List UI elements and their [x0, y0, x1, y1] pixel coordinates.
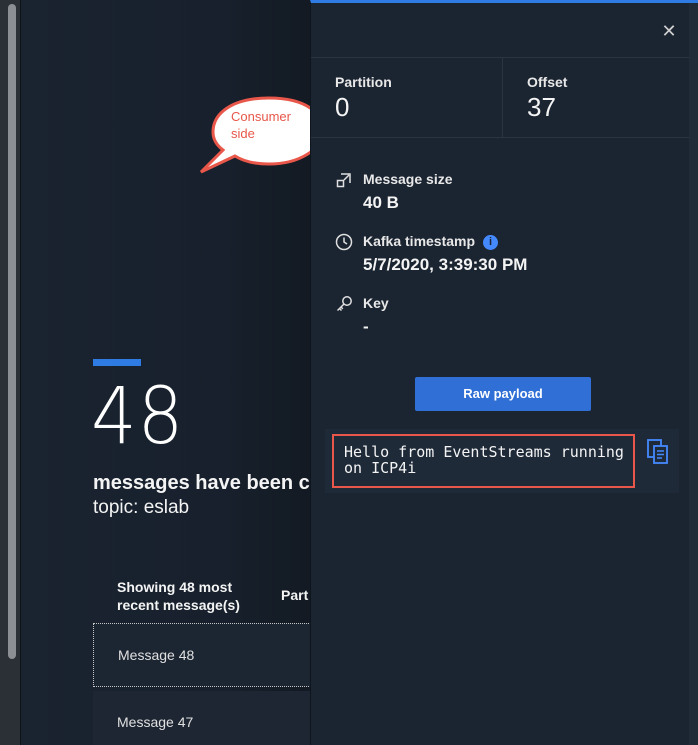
partition-value: 0 [335, 92, 350, 122]
left-scrollbar[interactable] [8, 4, 16, 659]
payload-text[interactable]: Hello from EventStreams running on ICP4i [332, 434, 635, 488]
message-size-label: Message size [363, 171, 453, 187]
key-icon [336, 296, 352, 312]
message-count: 48 [91, 372, 185, 462]
count-accent-bar [93, 359, 141, 366]
info-icon[interactable]: i [483, 235, 499, 250]
copy-icon[interactable] [647, 439, 669, 465]
topic-label: topic: eslab [93, 497, 190, 518]
table-header-showing: Showing 48 most recent message(s) [117, 578, 267, 614]
main-content: Consumer side 48 messages have been co t… [21, 0, 310, 745]
kafka-timestamp-label: Kafka timestamp [363, 233, 476, 249]
partition-cell: Partition 0 [311, 58, 503, 137]
table-header-showing-text: Showing 48 most recent message(s) [117, 579, 240, 613]
messages-consumed-text: messages have been co [93, 472, 310, 494]
message-row-label: Message 48 [118, 647, 195, 663]
payload-area: Hello from EventStreams running on ICP4i [325, 429, 679, 493]
raw-payload-button[interactable]: Raw payload [415, 377, 591, 411]
kafka-timestamp-value: 5/7/2020, 3:39:30 PM [363, 255, 528, 274]
message-size-value: 40 B [363, 193, 399, 212]
offset-value: 37 [527, 92, 556, 122]
offset-label: Offset [527, 74, 568, 90]
callout-text: Consumer side [231, 109, 291, 141]
browser-left-strip [0, 0, 21, 745]
panel-scrollbar[interactable] [689, 3, 698, 745]
message-row-label: Message 47 [117, 714, 194, 730]
table-row[interactable]: Message 47 [93, 691, 310, 745]
partition-label: Partition [335, 74, 392, 90]
resize-icon [336, 173, 351, 188]
key-label: Key [363, 295, 389, 311]
message-size-block: Message size 40 B [335, 171, 675, 217]
kafka-timestamp-label-wrap: Kafka timestamp i [363, 233, 499, 250]
table-row[interactable]: Message 48 [93, 623, 310, 687]
clock-icon [335, 233, 353, 251]
consumer-side-callout: Consumer side [199, 94, 310, 174]
kafka-timestamp-block: Kafka timestamp i 5/7/2020, 3:39:30 PM [335, 233, 675, 279]
partition-offset-row: Partition 0 Offset 37 [311, 57, 698, 138]
offset-cell: Offset 37 [503, 58, 698, 137]
key-block: Key - [335, 295, 675, 341]
table-header-partition[interactable]: Part [281, 587, 308, 603]
message-details-panel: ✕ Partition 0 Offset 37 Message size 40 … [310, 0, 698, 745]
key-value: - [363, 317, 369, 336]
close-icon[interactable]: ✕ [657, 19, 681, 43]
